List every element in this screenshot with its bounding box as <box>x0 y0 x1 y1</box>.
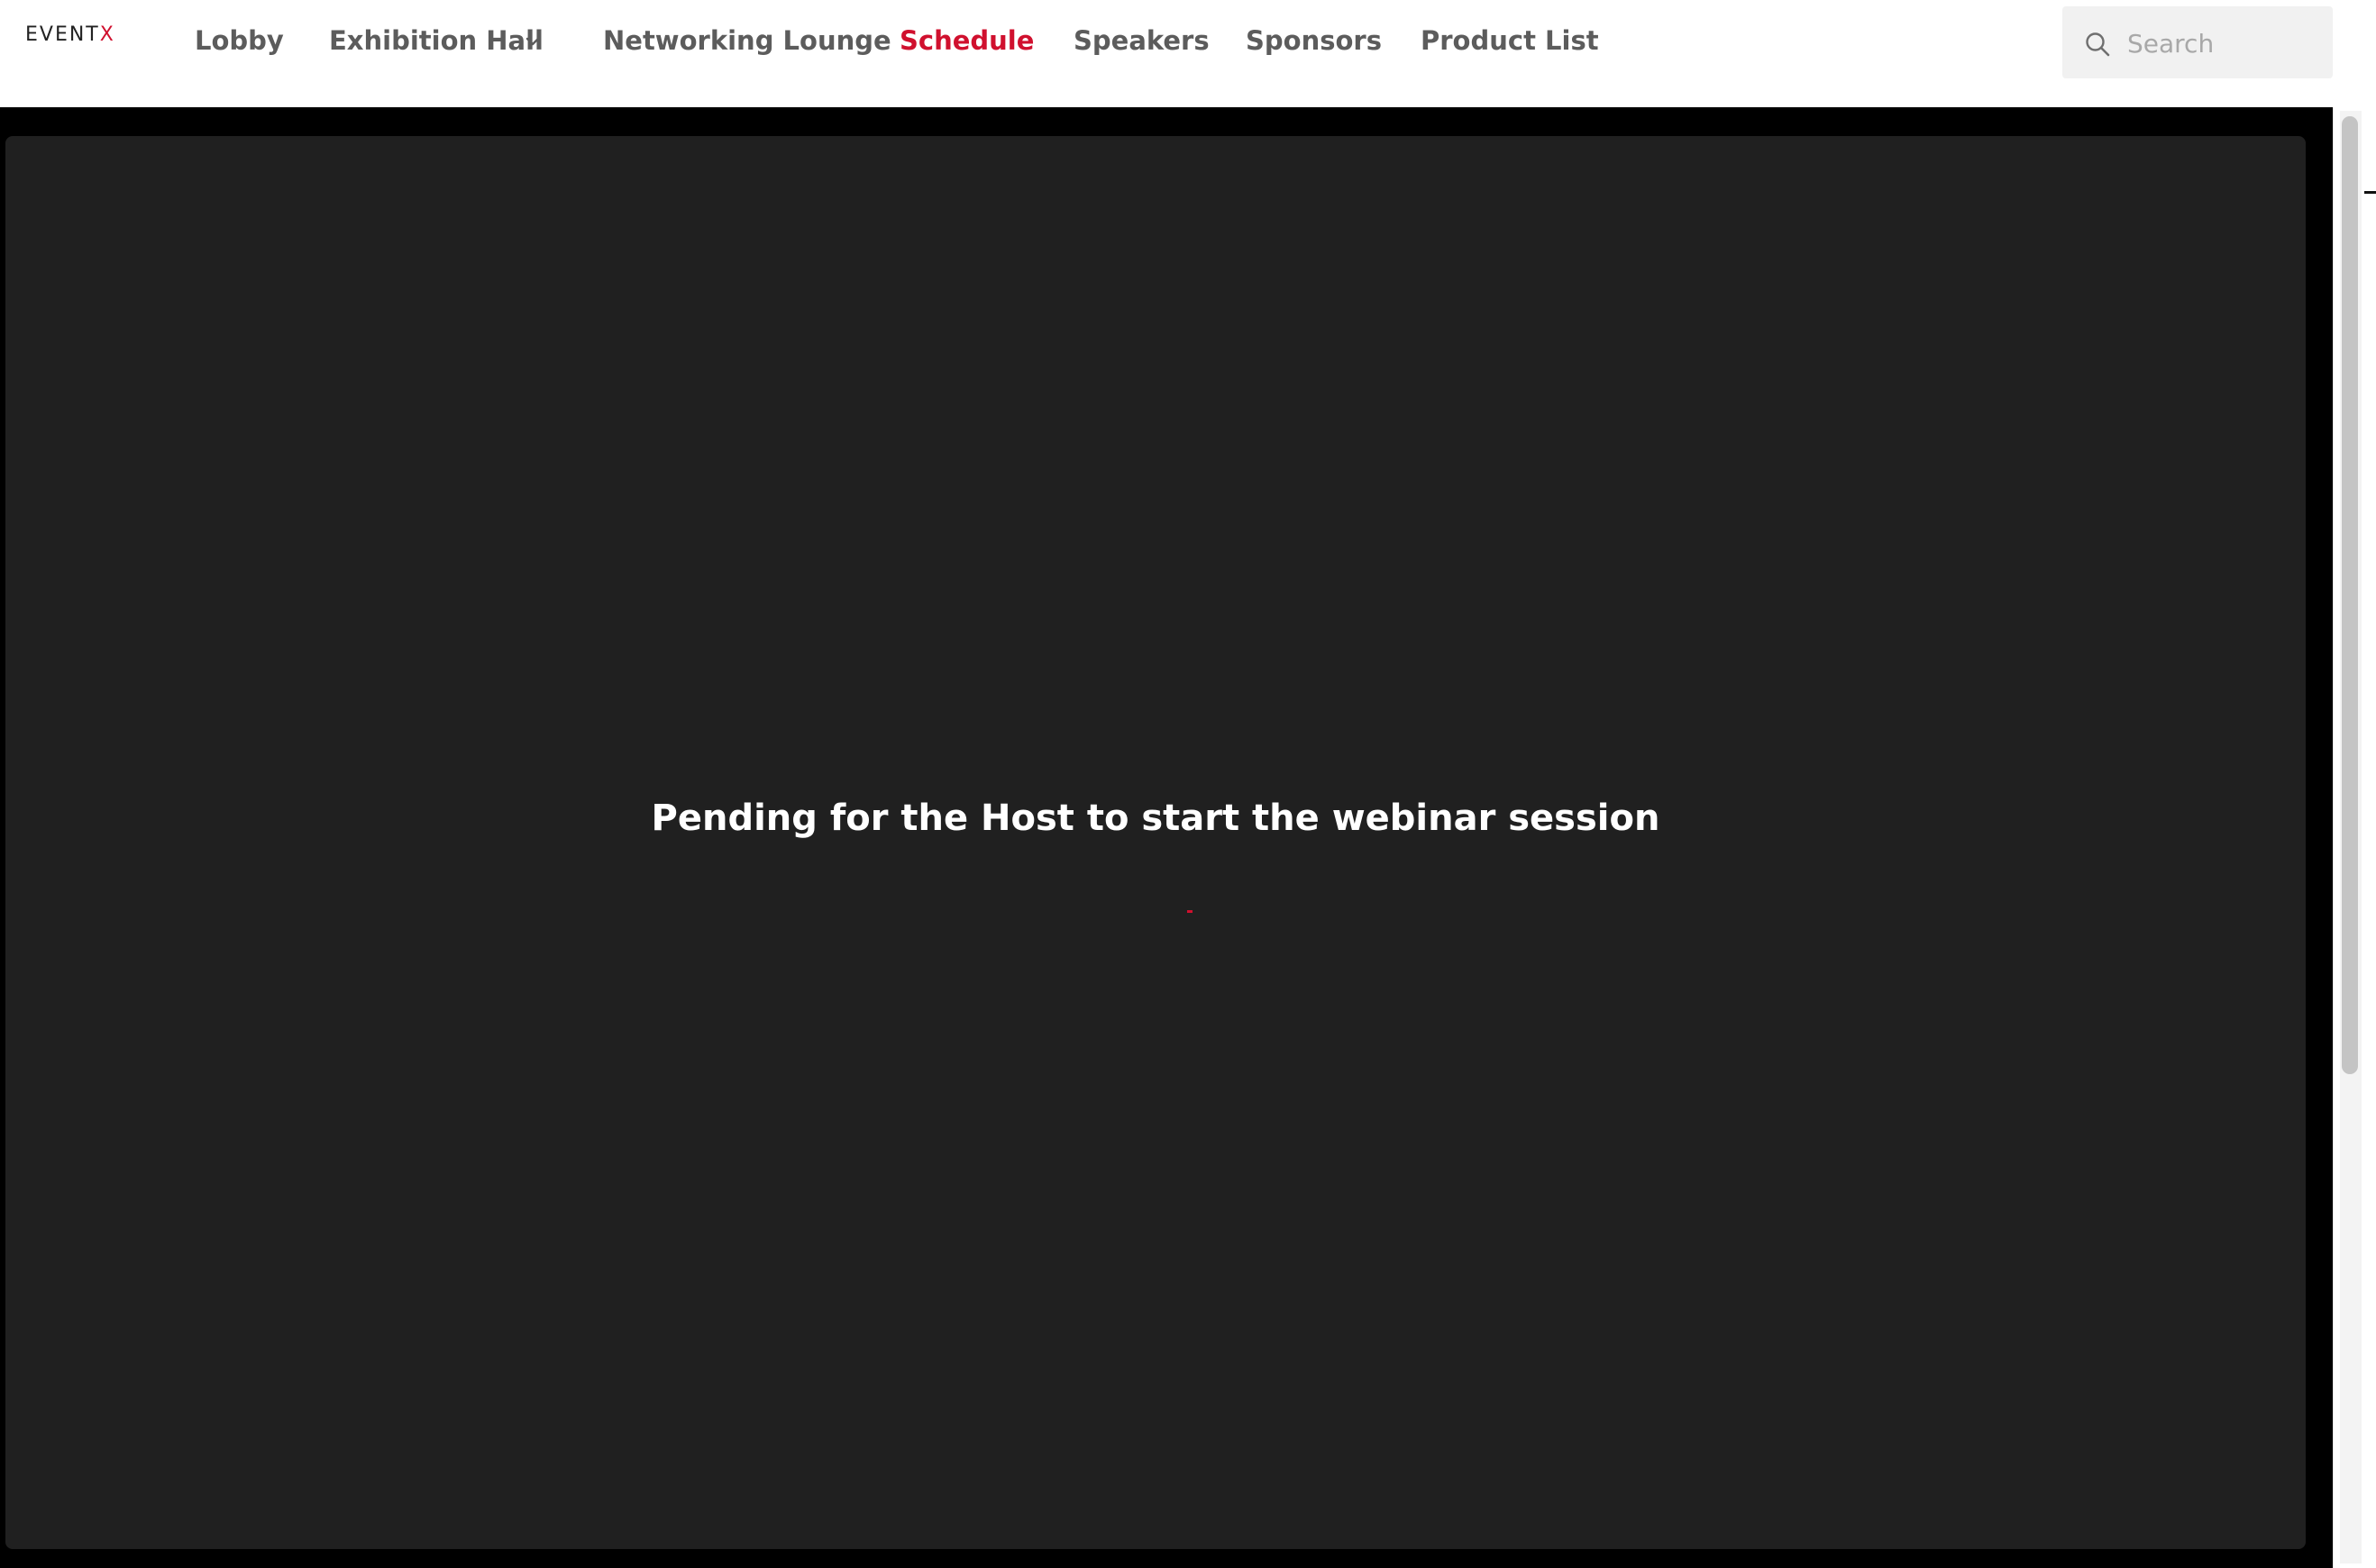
logo-main-text: EVENT <box>25 23 100 46</box>
nav-item-speakers[interactable]: Speakers <box>1074 25 1210 56</box>
nav-item-sponsors[interactable]: Sponsors <box>1246 25 1382 56</box>
page-scroll-rail <box>2333 107 2376 1568</box>
nav-item-lobby[interactable]: Lobby <box>195 25 284 56</box>
loading-indicator <box>1187 910 1193 913</box>
nav-item-exhibition-hall[interactable]: Exhibition Hall <box>329 25 544 56</box>
scrollbar-thumb[interactable] <box>2342 116 2358 1074</box>
eventx-logo[interactable]: EVENTX <box>25 23 115 46</box>
nav-item-product-list[interactable]: Product List <box>1421 25 1599 56</box>
webinar-stage: Pending for the Host to start the webina… <box>0 107 2333 1568</box>
webinar-player[interactable]: Pending for the Host to start the webina… <box>5 136 2306 1549</box>
logo-accent-text: X <box>99 23 115 46</box>
top-navigation-bar: EVENTX Lobby Exhibition Hall Networking … <box>0 0 2376 107</box>
side-panel-handle[interactable] <box>2364 191 2376 194</box>
search-icon <box>2086 32 2110 57</box>
search-input[interactable] <box>2125 23 2318 64</box>
search-box[interactable] <box>2062 6 2333 78</box>
pending-status-message: Pending for the Host to start the webina… <box>651 798 1660 839</box>
nav-item-schedule[interactable]: Schedule <box>900 25 1034 56</box>
chevron-down-icon[interactable] <box>524 32 542 50</box>
nav-item-networking-lounge[interactable]: Networking Lounge <box>603 25 891 56</box>
